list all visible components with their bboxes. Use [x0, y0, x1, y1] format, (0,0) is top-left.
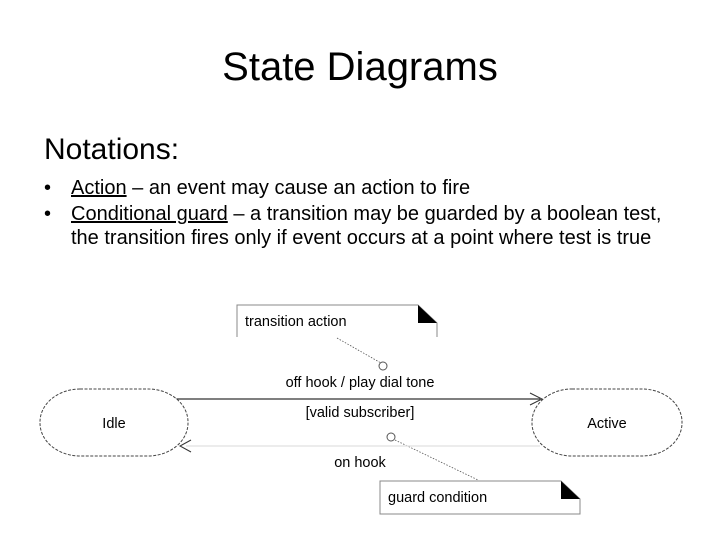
note-label: transition action — [245, 314, 347, 330]
note-anchor-line — [336, 337, 382, 364]
state-active: Active — [531, 388, 683, 457]
note-guard-condition: guard condition — [379, 480, 581, 515]
state-idle: Idle — [39, 388, 189, 457]
note-label: guard condition — [388, 490, 487, 506]
anchor-circle-icon — [378, 361, 388, 371]
transition-guard-label: [valid subscriber] — [306, 405, 415, 421]
state-label: Active — [587, 416, 627, 432]
state-label: Idle — [102, 416, 125, 432]
state-diagram: transition action off hook / play dial t… — [39, 304, 683, 515]
transition-event-label: off hook / play dial tone — [286, 375, 435, 391]
anchor-circle-icon — [386, 432, 396, 442]
note-transition-action: transition action — [236, 304, 438, 337]
transition-event-label: on hook — [334, 455, 386, 471]
